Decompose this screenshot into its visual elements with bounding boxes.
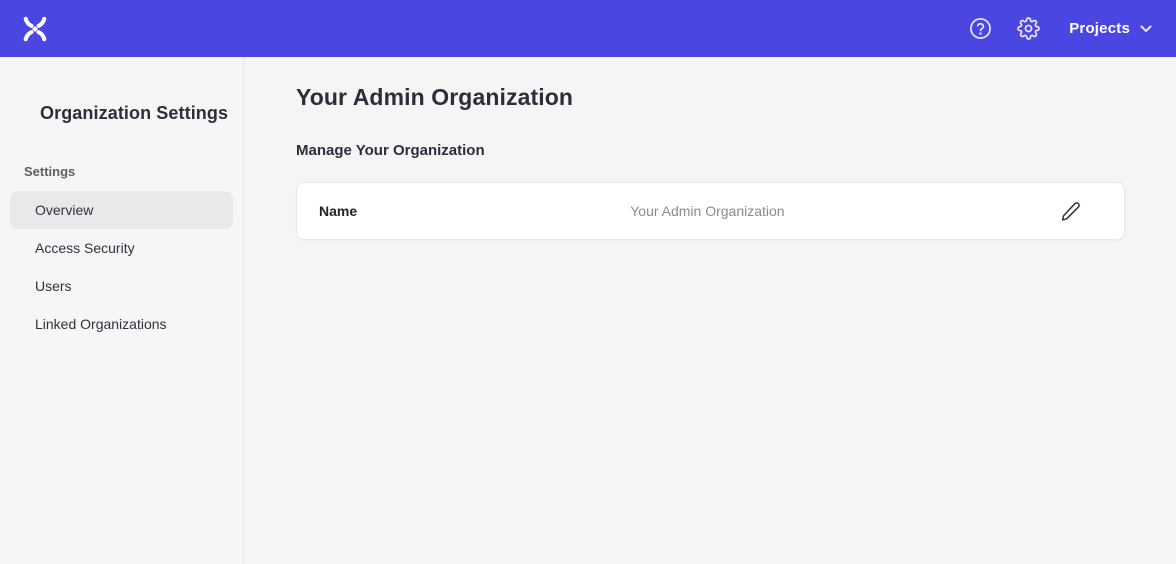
sidebar-nav: Overview Access Security Users Linked Or…: [0, 191, 243, 343]
header-actions: Projects: [963, 12, 1152, 46]
gear-icon[interactable]: [1011, 12, 1045, 46]
sidebar-title: Organization Settings: [40, 103, 243, 124]
chevron-down-icon: [1140, 25, 1152, 33]
sidebar-item-users[interactable]: Users: [10, 267, 233, 305]
organization-name-value: Your Admin Organization: [630, 203, 784, 219]
sidebar: Organization Settings Settings Overview …: [0, 57, 244, 564]
name-label: Name: [319, 203, 357, 219]
help-circle-icon[interactable]: [963, 12, 997, 46]
pencil-icon[interactable]: [1056, 197, 1084, 225]
sidebar-item-access-security[interactable]: Access Security: [10, 229, 233, 267]
projects-label: Projects: [1069, 20, 1130, 37]
section-title: Manage Your Organization: [296, 142, 1125, 159]
content-area: Organization Settings Settings Overview …: [0, 57, 1176, 564]
page-title: Your Admin Organization: [296, 84, 1125, 111]
main-panel: Your Admin Organization Manage Your Orga…: [244, 57, 1176, 564]
top-nav-bar: Projects: [0, 0, 1176, 57]
app-window: Projects Organization Settings Settings …: [0, 0, 1176, 564]
sidebar-section-label: Settings: [24, 164, 243, 179]
mendix-logo[interactable]: [20, 15, 50, 43]
organization-name-card: Name Your Admin Organization: [296, 182, 1125, 240]
projects-menu-button[interactable]: Projects: [1069, 20, 1152, 37]
sidebar-item-overview[interactable]: Overview: [10, 191, 233, 229]
sidebar-item-linked-organizations[interactable]: Linked Organizations: [10, 305, 233, 343]
